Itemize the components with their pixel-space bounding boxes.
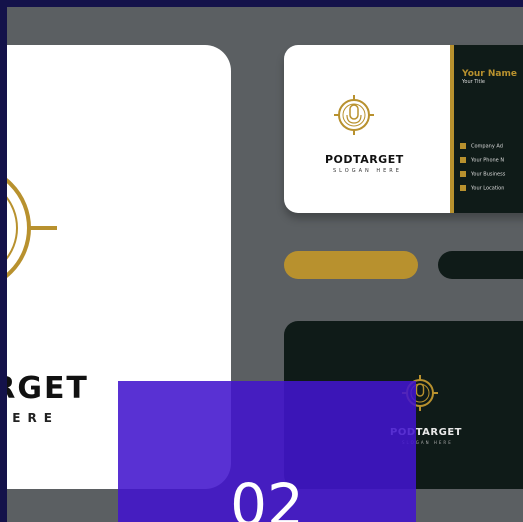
microphone-target-logo-icon (334, 95, 374, 135)
microphone-target-logo-icon (7, 178, 57, 278)
overlay-number: 02 (230, 471, 304, 522)
brand-tagline: SLOGAN HERE (333, 168, 402, 174)
gold-card-edge (284, 251, 418, 279)
contact-icon (460, 171, 466, 177)
contact-line: Your Phone N (460, 157, 504, 164)
card-contact-panel: Your Name Your Title Company Ad Your Pho… (450, 45, 523, 213)
contact-line: Your Business (460, 171, 505, 178)
large-brand-wordmark: ARGET (7, 371, 89, 406)
card-name: Your Name (462, 69, 517, 79)
business-card-front: PODTARGET SLOGAN HERE Your Name Your Tit… (284, 45, 523, 213)
brand-wordmark: PODTARGET (325, 153, 404, 166)
card-title: Your Title (462, 79, 485, 85)
image-frame: ARGET N HERE PODTARGET SLOGAN HERE Your … (0, 0, 523, 522)
contact-line: Company Ad (460, 143, 503, 150)
contact-icon (460, 157, 466, 163)
contact-icon (460, 143, 466, 149)
large-tagline: N HERE (7, 411, 59, 425)
contact-icon (460, 185, 466, 191)
number-overlay: 02 (118, 381, 416, 522)
contact-line: Your Location (460, 185, 504, 192)
dark-card-edge (438, 251, 523, 279)
